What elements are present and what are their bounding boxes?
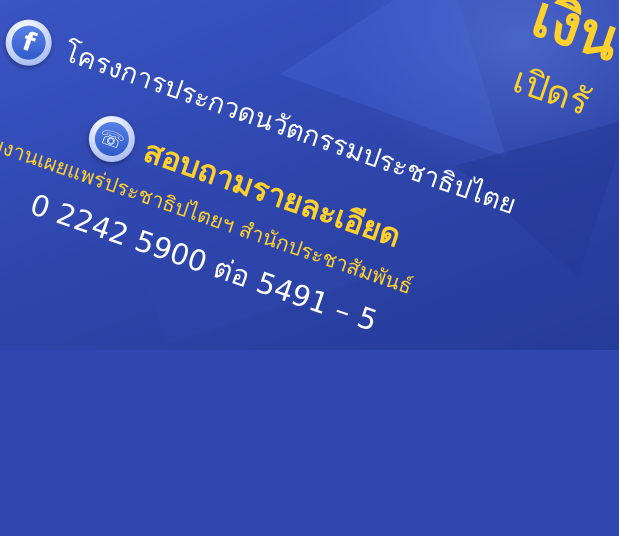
facebook-icon: f — [0, 13, 58, 72]
phone-icon: ☏ — [82, 109, 142, 169]
